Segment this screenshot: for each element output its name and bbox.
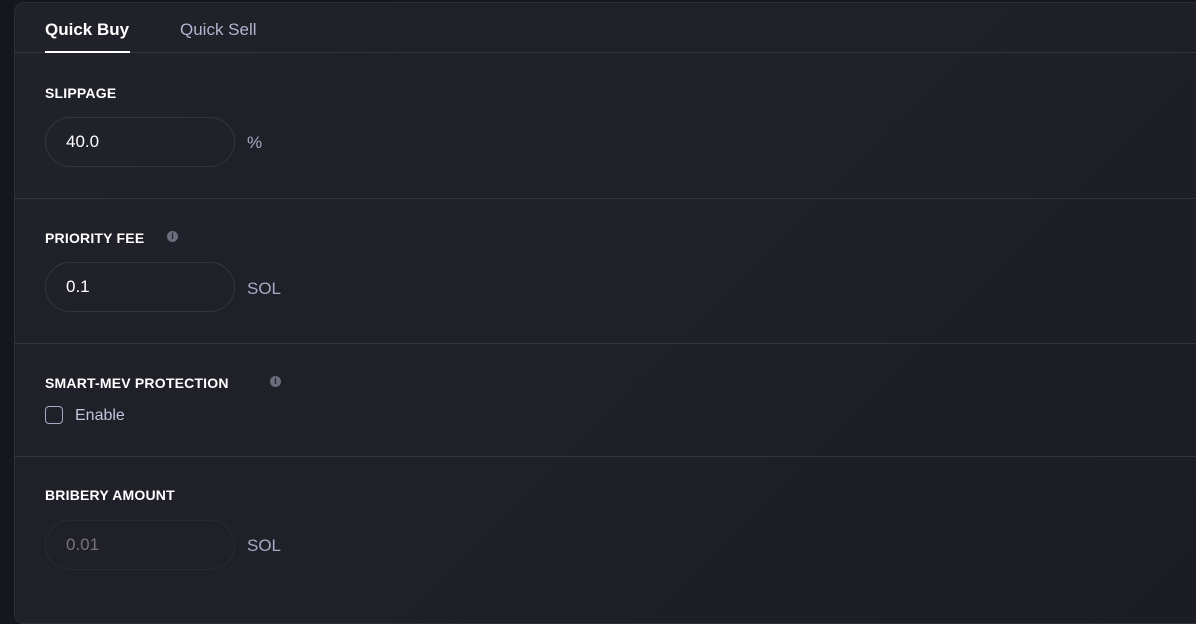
mev-protection-label: SMART-MEV PROTECTION — [45, 375, 229, 391]
mev-enable-checkbox[interactable] — [45, 406, 63, 424]
info-icon[interactable]: i — [167, 231, 178, 242]
bribery-amount-input[interactable] — [45, 520, 235, 570]
bribery-amount-unit: SOL — [247, 536, 282, 555]
active-tab-indicator — [45, 51, 130, 53]
bribery-amount-label: BRIBERY AMOUNT — [45, 487, 175, 503]
priority-fee-input[interactable] — [45, 262, 235, 312]
slippage-input[interactable] — [45, 117, 235, 167]
priority-fee-unit: SOL — [247, 279, 282, 298]
slippage-label: SLIPPAGE — [45, 85, 117, 101]
section-divider — [14, 198, 1196, 199]
info-icon[interactable]: i — [270, 376, 281, 387]
section-divider — [14, 456, 1196, 457]
mev-enable-label[interactable]: Enable — [75, 407, 125, 425]
section-divider — [14, 343, 1196, 344]
slippage-unit: % — [247, 133, 263, 152]
tab-bar: Quick Buy Quick Sell — [14, 0, 1196, 53]
priority-fee-label: PRIORITY FEE — [45, 230, 145, 246]
tab-quick-buy[interactable]: Quick Buy — [45, 20, 129, 40]
tab-quick-sell[interactable]: Quick Sell — [180, 20, 257, 40]
